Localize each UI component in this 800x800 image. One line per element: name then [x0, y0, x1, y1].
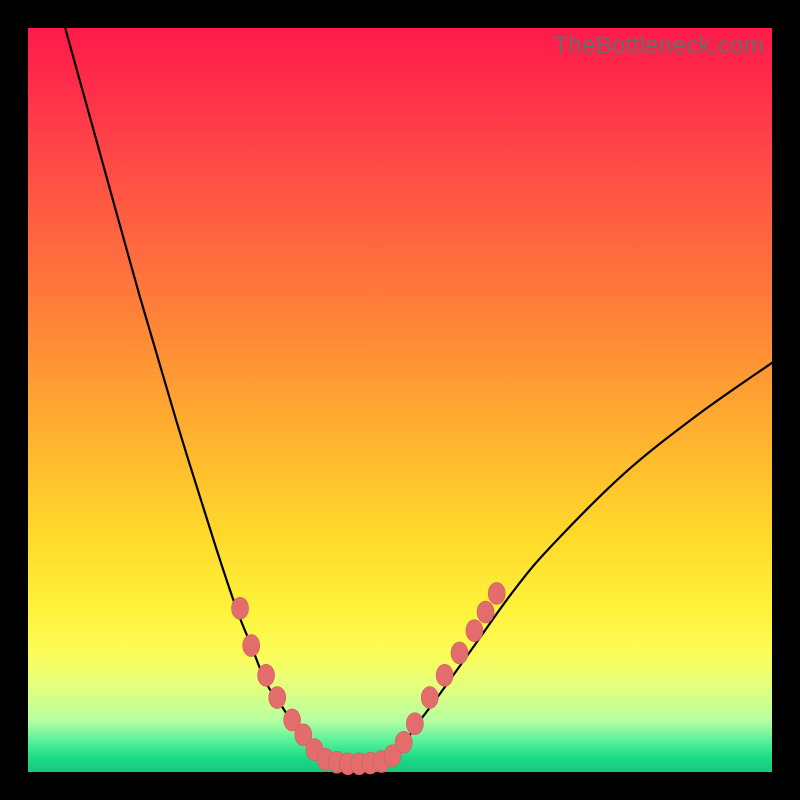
bottleneck-curve [28, 28, 772, 772]
curve-path [65, 28, 772, 764]
curve-marker [406, 713, 423, 735]
curve-markers [232, 582, 506, 774]
curve-marker [243, 635, 260, 657]
curve-marker [488, 582, 505, 604]
curve-marker [451, 642, 468, 664]
curve-marker [269, 687, 286, 709]
curve-marker [421, 687, 438, 709]
curve-marker [477, 601, 494, 623]
curve-marker [436, 664, 453, 686]
chart-frame: TheBottleneck.com [0, 0, 800, 800]
curve-marker [466, 620, 483, 642]
curve-marker [258, 664, 275, 686]
chart-plot-area: TheBottleneck.com [28, 28, 772, 772]
curve-marker [232, 597, 249, 619]
curve-marker [395, 731, 412, 753]
